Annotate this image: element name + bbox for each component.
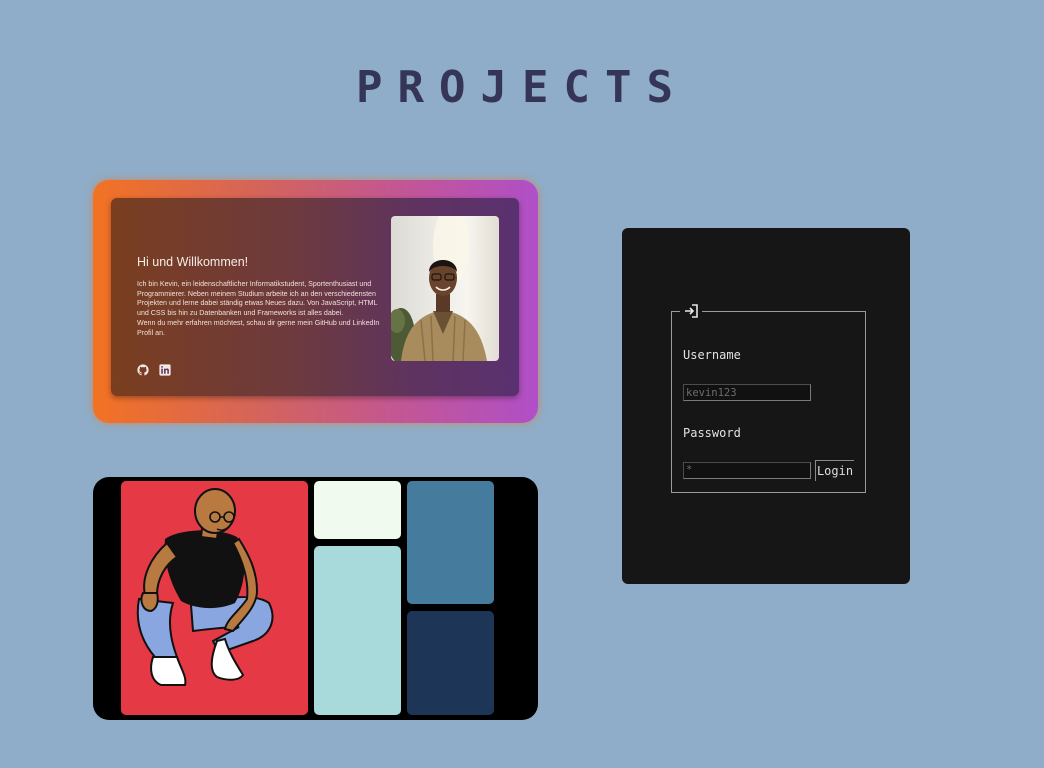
linkedin-icon[interactable] <box>159 364 171 376</box>
palette-tile-navy <box>407 611 494 715</box>
palette-tile-white <box>314 481 401 539</box>
login-button[interactable]: Login <box>815 460 854 481</box>
bio-paragraph: Wenn du mehr erfahren möchtest, schau di… <box>137 318 380 337</box>
login-panel: Username Password * Login <box>622 228 910 584</box>
page-title: PROJECTS <box>356 62 688 113</box>
person-crouching-illustration <box>136 488 274 686</box>
username-label: Username <box>683 348 741 362</box>
project-card-profile[interactable]: Hi und Willkommen! Ich bin Kevin, ein le… <box>93 180 538 423</box>
password-label: Password <box>683 426 741 440</box>
portrait-image <box>391 216 487 361</box>
profile-bio: Ich bin Kevin, ein leidenschaftlicher In… <box>137 280 382 338</box>
social-links <box>137 364 171 376</box>
login-icon <box>680 304 702 318</box>
password-input[interactable]: * <box>683 462 811 479</box>
profile-greeting: Hi und Willkommen! <box>137 255 249 269</box>
profile-photo <box>391 216 499 361</box>
profile-card-inner: Hi und Willkommen! Ich bin Kevin, ein le… <box>111 198 519 396</box>
username-input[interactable] <box>683 384 811 401</box>
palette-tile-blue <box>407 481 494 604</box>
project-card-palette[interactable] <box>93 477 538 720</box>
palette-tile-lightblue <box>314 546 401 715</box>
palette-tile-red <box>121 481 308 715</box>
github-icon[interactable] <box>137 364 149 376</box>
login-fieldset: Username Password * Login <box>671 304 866 493</box>
bio-paragraph: Ich bin Kevin, ein leidenschaftlicher In… <box>137 280 378 318</box>
